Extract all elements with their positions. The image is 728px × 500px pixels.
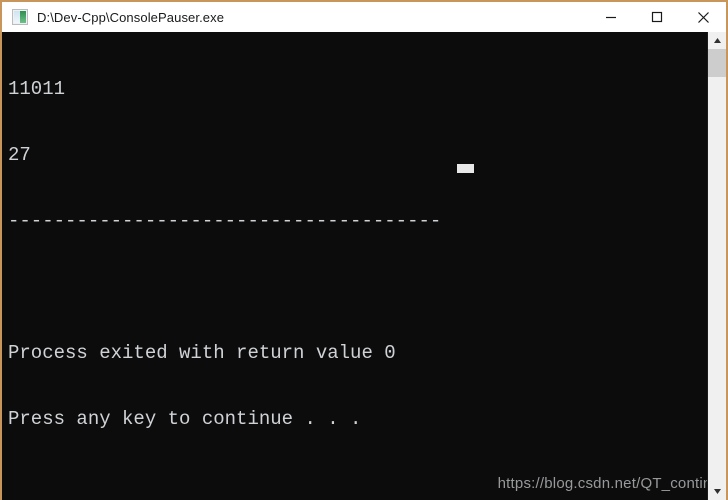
console-text: 11011 27 -------------------------------… [8,34,706,474]
console-line: 11011 [8,78,66,100]
vertical-scrollbar[interactable] [707,32,726,500]
watermark-text: https://blog.csdn.net/QT_continu [497,475,720,492]
console-line: Press any key to continue . . . [8,408,362,430]
console-app-icon [12,9,28,25]
console-output-area[interactable]: 11011 27 -------------------------------… [2,32,726,500]
console-line: -------------------------------------- [8,210,442,232]
maximize-button[interactable] [634,2,680,32]
title-bar[interactable]: D:\Dev-Cpp\ConsolePauser.exe [2,2,726,32]
console-line: 27 [8,144,31,166]
console-line: Process exited with return value 0 [8,342,396,364]
window-controls [588,2,726,32]
scroll-up-arrow-icon[interactable] [708,32,726,49]
scrollbar-thumb[interactable] [708,49,726,77]
scroll-down-arrow-icon[interactable] [708,483,726,500]
close-button[interactable] [680,2,726,32]
window-title: D:\Dev-Cpp\ConsolePauser.exe [37,9,225,25]
minimize-button[interactable] [588,2,634,32]
text-cursor [457,164,474,173]
console-window: D:\Dev-Cpp\ConsolePauser.exe 11011 27 --… [0,0,728,500]
icon-right-pane [20,11,26,23]
scrollbar-track[interactable] [708,49,726,483]
